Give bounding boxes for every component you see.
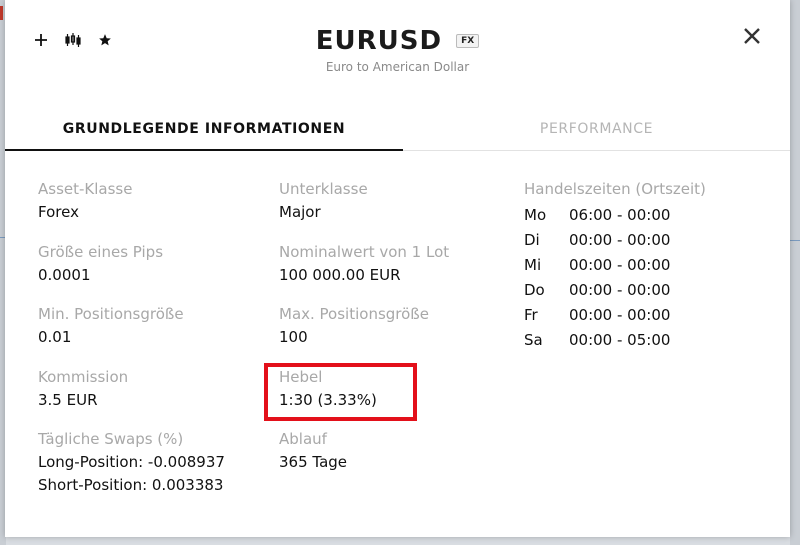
background-chart-line: [790, 240, 800, 241]
field-min-position: Min. Positionsgröße 0.01: [38, 305, 184, 346]
field-label: Min. Positionsgröße: [38, 305, 184, 323]
instrument-description: Euro to American Dollar: [325, 60, 470, 74]
trading-hours: Handelszeiten (Ortszeit) Mo 06:00 - 00:00…: [524, 180, 706, 353]
field-daily-swaps: Tägliche Swaps (%) Long-Position: -0.008…: [38, 430, 225, 494]
time-range: 06:00 - 00:00: [569, 206, 671, 224]
field-value: 0.0001: [38, 266, 91, 284]
field-value: 100: [279, 328, 308, 346]
field-value: Forex: [38, 203, 79, 221]
field-label: Tägliche Swaps (%): [38, 430, 184, 448]
field-value: 0.01: [38, 328, 72, 346]
field-label: Asset-Klasse: [38, 180, 133, 198]
field-commission: Kommission 3.5 EUR: [38, 368, 128, 409]
time-range: 00:00 - 00:00: [569, 306, 671, 324]
time-range: 00:00 - 00:00: [569, 231, 671, 249]
field-label: Max. Positionsgröße: [279, 305, 429, 323]
day-label: Di: [524, 231, 540, 249]
trading-hours-list: Mo 06:00 - 00:00 Di 00:00 - 00:00 Mi 00:00 …: [524, 203, 706, 353]
close-icon[interactable]: [741, 25, 763, 47]
field-label: Nominalwert von 1 Lot: [279, 243, 450, 261]
asset-type-badge: FX: [456, 34, 480, 48]
time-range: 00:00 - 00:00: [569, 281, 671, 299]
trading-hours-row: Mi 00:00 - 00:00: [524, 253, 706, 278]
field-label: Handelszeiten (Ortszeit): [524, 180, 706, 198]
field-value: 100 000.00 EUR: [279, 266, 401, 284]
time-range: 00:00 - 00:00: [569, 256, 671, 274]
trading-hours-row: Di 00:00 - 00:00: [524, 228, 706, 253]
header-title-block: EURUSD FX Euro to American Dollar: [5, 26, 790, 74]
tab-performance[interactable]: PERFORMANCE: [403, 108, 790, 150]
trading-hours-row: Mo 06:00 - 00:00: [524, 203, 706, 228]
field-expiry: Ablauf 365 Tage: [279, 430, 347, 471]
day-label: Sa: [524, 331, 543, 349]
field-label: Größe eines Pips: [38, 243, 164, 261]
trading-hours-row: Sa 00:00 - 05:00: [524, 328, 706, 353]
day-label: Fr: [524, 306, 538, 324]
field-value: 3.5 EUR: [38, 391, 98, 409]
background-app-right: [790, 0, 800, 545]
field-label: Unterklasse: [279, 180, 368, 198]
trading-hours-row: Do 00:00 - 00:00: [524, 278, 706, 303]
day-label: Mo: [524, 206, 547, 224]
field-value: 365 Tage: [279, 453, 348, 471]
time-range: 00:00 - 05:00: [569, 331, 671, 349]
instrument-symbol: EURUSD: [315, 26, 443, 56]
field-value-long: Long-Position: -0.008937: [38, 453, 225, 471]
field-subclass: Unterklasse Major: [279, 180, 368, 221]
field-label: Kommission: [38, 368, 129, 386]
field-max-position: Max. Positionsgröße 100: [279, 305, 429, 346]
field-nominal-value: Nominalwert von 1 Lot 100 000.00 EUR: [279, 243, 449, 284]
background-chart-mark: [0, 6, 3, 20]
tab-bar: GRUNDLEGENDE INFORMATIONEN PERFORMANCE: [5, 108, 790, 151]
day-label: Do: [524, 281, 545, 299]
trading-hours-row: Fr 00:00 - 00:00: [524, 303, 706, 328]
tab-basic-info[interactable]: GRUNDLEGENDE INFORMATIONEN: [5, 108, 403, 151]
field-asset-class: Asset-Klasse Forex: [38, 180, 132, 221]
field-label: Ablauf: [279, 430, 327, 448]
instrument-info-dialog: EURUSD FX Euro to American Dollar GRUNDL…: [5, 0, 790, 537]
field-value: Major: [279, 203, 321, 221]
field-pip-size: Größe eines Pips 0.0001: [38, 243, 163, 284]
leverage-highlight-box: [264, 363, 417, 421]
day-label: Mi: [524, 256, 542, 274]
field-value-short: Short-Position: 0.003383: [38, 476, 224, 494]
